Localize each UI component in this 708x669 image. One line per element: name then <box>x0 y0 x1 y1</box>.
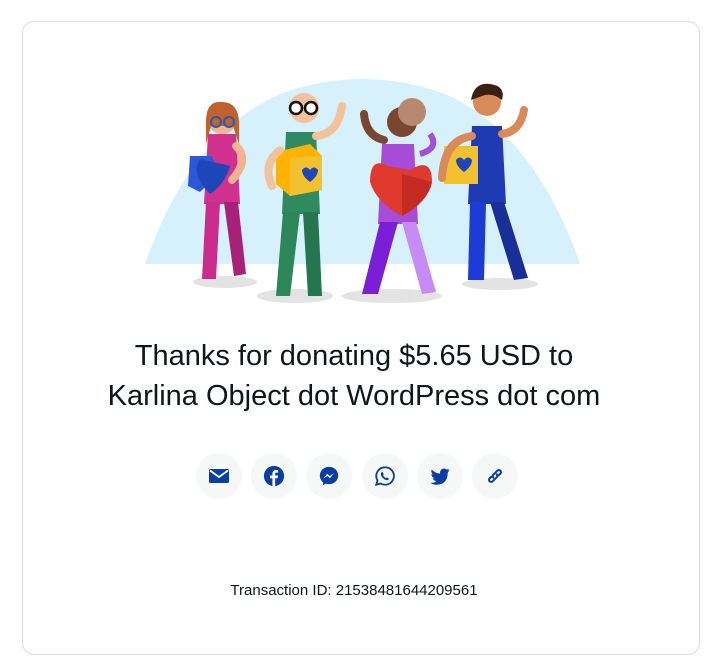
thanks-line-1: Thanks for donating $5.65 USD to <box>134 340 574 372</box>
messenger-icon <box>320 466 339 486</box>
donors-illustration <box>145 79 580 303</box>
transaction-id: Transaction ID: 21538481644209561 <box>230 582 478 599</box>
share-twitter-button[interactable] <box>416 453 463 499</box>
copy-link-button[interactable] <box>471 453 518 499</box>
share-email-button[interactable] <box>196 453 242 499</box>
twitter-icon <box>430 468 450 485</box>
share-whatsapp-button[interactable] <box>361 453 408 499</box>
facebook-icon <box>264 465 285 487</box>
share-facebook-button[interactable] <box>251 453 298 499</box>
share-messenger-button[interactable] <box>306 453 353 499</box>
whatsapp-icon <box>374 466 395 487</box>
mail-icon <box>209 469 229 483</box>
thanks-line-2: Karlina Object dot WordPress dot com <box>107 380 601 412</box>
share-buttons <box>196 453 518 499</box>
link-icon <box>487 468 502 484</box>
donation-thanks-heading: Thanks for donating $5.65 USD to Karlina… <box>0 336 708 416</box>
